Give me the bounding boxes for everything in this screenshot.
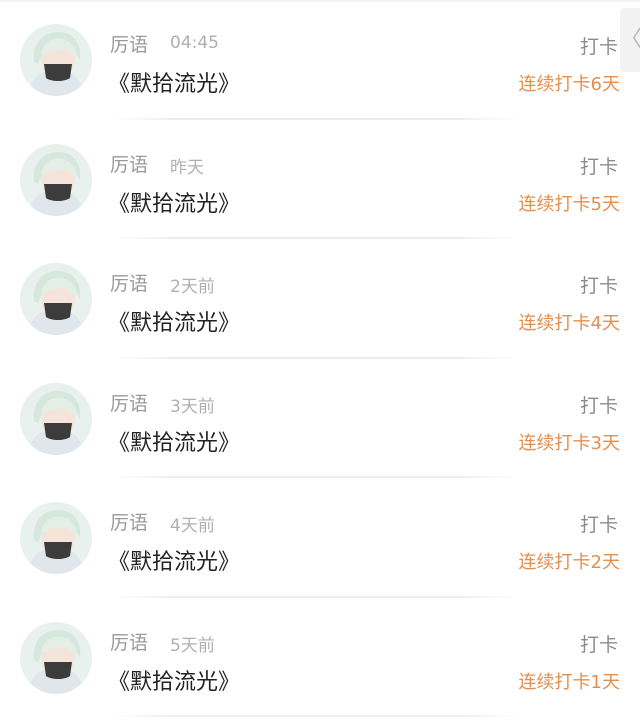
item-divider	[112, 715, 520, 717]
username[interactable]: 厉语	[110, 30, 148, 57]
avatar[interactable]	[20, 143, 92, 216]
book-title[interactable]: 《默拾流光》	[108, 305, 240, 337]
avatar-image	[20, 502, 92, 574]
checkin-label: 打卡	[579, 633, 618, 656]
checkin-label: 打卡	[579, 275, 618, 297]
list-item[interactable]: 厉语 04:45 《默拾流光》 打卡 连续打卡6天	[0, 0, 640, 120]
avatar[interactable]	[20, 263, 92, 335]
avatar-image	[20, 382, 92, 455]
username[interactable]: 厉语	[110, 628, 148, 655]
list-item[interactable]: 厉语 5天前 《默拾流光》 打卡 连续打卡1天	[0, 598, 640, 717]
avatar-image	[20, 263, 92, 335]
book-title[interactable]: 《默拾流光》	[108, 66, 240, 98]
streak-count: 连续打卡6天	[518, 74, 620, 95]
streak-count: 连续打卡5天	[518, 193, 620, 215]
streak-count: 连续打卡3天	[518, 432, 620, 454]
avatar-image	[20, 621, 92, 694]
checkin-label: 打卡	[579, 36, 618, 58]
chevron-left-icon: 〈	[620, 27, 640, 52]
checkin-label: 打卡	[579, 155, 618, 178]
book-title[interactable]: 《默拾流光》	[108, 544, 240, 576]
streak-count: 连续打卡2天	[518, 552, 620, 573]
avatar[interactable]	[20, 621, 92, 694]
streak-count: 连续打卡4天	[518, 313, 620, 334]
username[interactable]: 厉语	[110, 269, 148, 296]
list-item[interactable]: 厉语 4天前 《默拾流光》 打卡 连续打卡2天	[0, 478, 640, 598]
username[interactable]: 厉语	[110, 150, 148, 177]
list-item[interactable]: 厉语 2天前 《默拾流光》 打卡 连续打卡4天	[0, 239, 640, 359]
timestamp: 5天前	[170, 635, 215, 656]
book-title[interactable]: 《默拾流光》	[108, 186, 240, 218]
avatar[interactable]	[20, 502, 92, 574]
timestamp: 2天前	[170, 277, 215, 297]
book-title[interactable]: 《默拾流光》	[108, 664, 240, 696]
checkin-label: 打卡	[579, 514, 618, 536]
timestamp: 04:45	[170, 33, 219, 53]
collapse-handle[interactable]: 〈	[620, 8, 640, 72]
book-title[interactable]: 《默拾流光》	[108, 425, 240, 457]
avatar-image	[20, 143, 92, 216]
list-item[interactable]: 厉语 3天前 《默拾流光》 打卡 连续打卡3天	[0, 359, 640, 478]
username[interactable]: 厉语	[110, 508, 148, 535]
timestamp: 昨天	[170, 157, 204, 178]
streak-count: 连续打卡1天	[518, 671, 620, 693]
checkin-label: 打卡	[579, 394, 618, 417]
list-item[interactable]: 厉语 昨天 《默拾流光》 打卡 连续打卡5天	[0, 120, 640, 239]
timestamp: 3天前	[170, 396, 215, 417]
username[interactable]: 厉语	[110, 389, 148, 416]
checkin-feed: 厉语 04:45 《默拾流光》 打卡 连续打卡6天 厉语 昨天 《默拾流光》 打…	[0, 0, 640, 717]
avatar[interactable]	[20, 24, 92, 96]
avatar-image	[20, 24, 92, 96]
timestamp: 4天前	[170, 516, 215, 536]
avatar[interactable]	[20, 382, 92, 455]
